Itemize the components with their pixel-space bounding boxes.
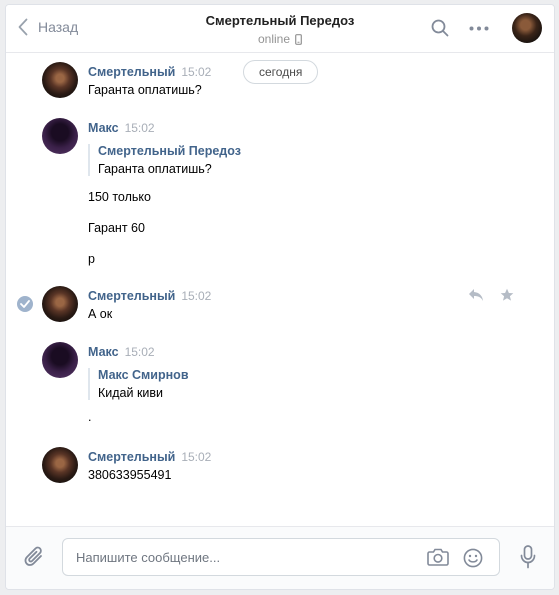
chat-avatar[interactable] xyxy=(512,13,542,43)
check-icon xyxy=(20,300,30,308)
mobile-phone-icon xyxy=(295,33,302,45)
avatar[interactable] xyxy=(42,286,78,322)
message-text: р xyxy=(88,252,95,266)
quote-text: Гаранта оплатишь? xyxy=(98,162,212,176)
author-name[interactable]: Макс xyxy=(88,121,119,135)
camera-icon[interactable] xyxy=(427,548,449,566)
quoted-message[interactable]: Смертельный Передоз Гаранта оплатишь? xyxy=(88,144,241,176)
chat-header: Назад Смертельный Передоз online xyxy=(6,5,554,53)
message-author[interactable]: Смертельный 15:02 xyxy=(88,450,211,464)
author-name[interactable]: Смертельный xyxy=(88,450,175,464)
input-placeholder: Напишите сообщение... xyxy=(76,550,221,565)
author-name[interactable]: Макс xyxy=(88,345,119,359)
microphone-icon[interactable] xyxy=(520,545,536,569)
avatar[interactable] xyxy=(42,62,78,98)
message-input[interactable]: Напишите сообщение... xyxy=(62,538,500,576)
select-check[interactable] xyxy=(17,296,33,312)
status-text: online xyxy=(257,32,291,46)
quote-text: Кидай киви xyxy=(98,386,164,400)
message-item[interactable]: Смертельный 15:02 380633955491 xyxy=(6,447,554,487)
message-composer: Напишите сообщение... xyxy=(6,526,554,589)
message-time: 15:02 xyxy=(124,345,155,359)
message-author[interactable]: Макс 15:02 xyxy=(88,121,155,135)
paperclip-icon[interactable] xyxy=(24,545,46,569)
message-text: . xyxy=(88,410,92,424)
message-item[interactable]: Смертельный 15:02 А ок xyxy=(6,286,554,326)
message-time: 15:02 xyxy=(181,450,212,464)
chat-window: Назад Смертельный Передоз online сегодня xyxy=(5,4,555,590)
online-status: online xyxy=(258,32,302,46)
message-author[interactable]: Макс 15:02 xyxy=(88,345,155,359)
author-name[interactable]: Смертельный xyxy=(88,65,175,79)
author-name[interactable]: Смертельный xyxy=(88,289,175,303)
quote-author[interactable]: Макс Смирнов xyxy=(98,368,189,382)
message-actions xyxy=(468,288,514,302)
star-icon[interactable] xyxy=(500,288,514,302)
message-text: Гарант 60 xyxy=(88,221,145,235)
quoted-message[interactable]: Макс Смирнов Кидай киви xyxy=(88,368,189,400)
message-text: А ок xyxy=(88,307,113,321)
message-time: 15:02 xyxy=(181,289,212,303)
message-text: 380633955491 xyxy=(88,468,172,482)
message-item[interactable]: Макс 15:02 Макс Смирнов Кидай киви . xyxy=(6,342,554,432)
message-item[interactable]: Смертельный 15:02 Гаранта оплатишь? xyxy=(6,62,554,102)
message-text: 150 только xyxy=(88,190,151,204)
avatar[interactable] xyxy=(42,118,78,154)
message-list: сегодня Смертельный 15:02 Гаранта оплатиш… xyxy=(6,54,554,526)
reply-icon[interactable] xyxy=(468,288,484,302)
message-time: 15:02 xyxy=(124,121,155,135)
message-item[interactable]: Макс 15:02 Смертельный Передоз Гаранта оп… xyxy=(6,118,554,268)
message-time: 15:02 xyxy=(181,65,212,79)
quote-author[interactable]: Смертельный Передоз xyxy=(98,144,241,158)
avatar[interactable] xyxy=(42,342,78,378)
message-text: Гаранта оплатишь? xyxy=(88,83,202,97)
smile-icon[interactable] xyxy=(463,548,483,568)
search-icon[interactable] xyxy=(431,19,449,37)
message-author[interactable]: Смертельный 15:02 xyxy=(88,289,211,303)
more-dots-icon[interactable] xyxy=(469,26,489,31)
avatar[interactable] xyxy=(42,447,78,483)
message-author[interactable]: Смертельный 15:02 xyxy=(88,65,211,79)
